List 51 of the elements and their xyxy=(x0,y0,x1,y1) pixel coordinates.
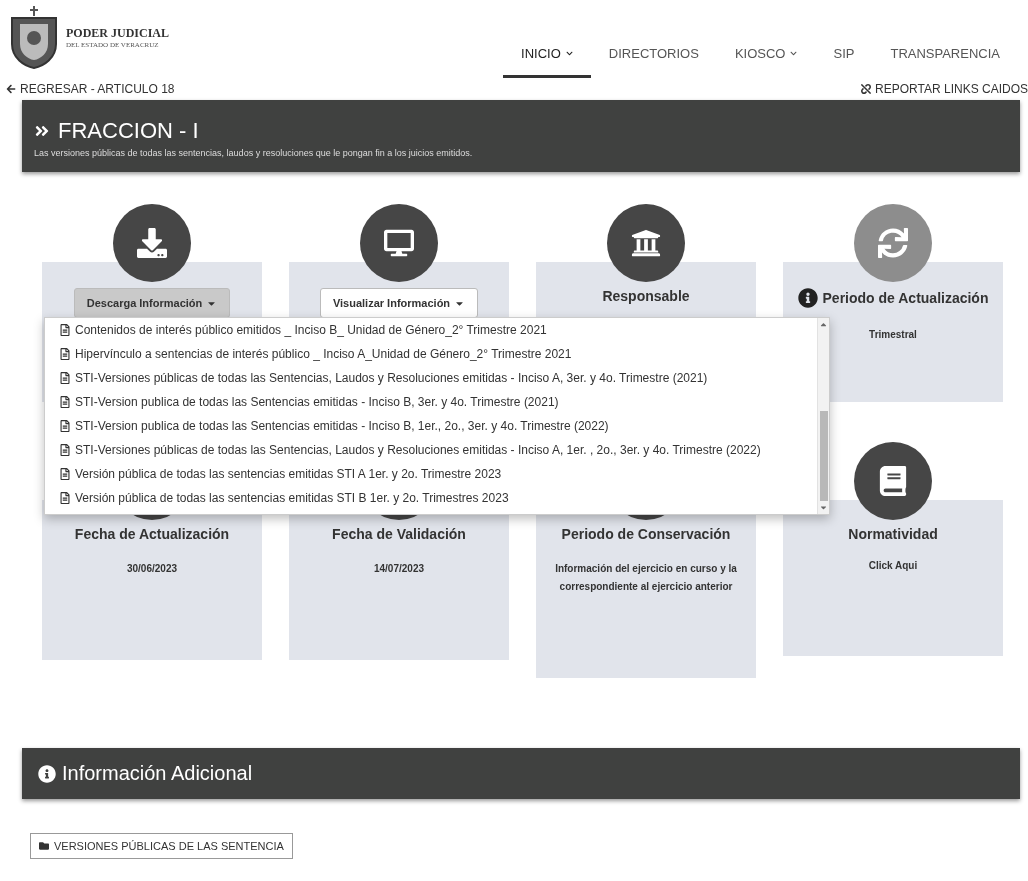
menu-item[interactable]: STI-Version publica de todas las Sentencias emitidas - Inciso B, 1er., 2o., 3er. y 4o. Trimestre (2022) xyxy=(59,414,817,438)
info-icon xyxy=(38,764,56,783)
menu-item[interactable]: Versión pública de todas las sentencias emitidas STI A 1er. y 2o. Trimestre 2023 xyxy=(59,462,817,486)
section-title: Información Adicional xyxy=(62,762,253,785)
folder-icon xyxy=(39,841,49,851)
scroll-up-icon[interactable] xyxy=(819,320,828,329)
card-value: Trimestral xyxy=(869,328,917,342)
chevron-down-icon xyxy=(790,50,798,57)
file-icon xyxy=(59,396,71,408)
card-title: Fecha de Actualización xyxy=(74,526,230,542)
nav-tab[interactable]: INICIO xyxy=(503,38,591,78)
banner-description: Las versiones públicas de todas las sentencias, laudos y resoluciones que le pongan fin a los juicios emitidos. xyxy=(34,148,474,158)
file-icon xyxy=(59,444,71,456)
nav-tab[interactable]: SIP xyxy=(815,38,873,78)
menu-item[interactable]: Hipervínculo a sentencias de interés público _ Inciso A_Unidad de Género_2° Trimestre 2021 xyxy=(59,342,817,366)
card-title: Fecha de Validación xyxy=(332,526,466,542)
nav-tab[interactable]: TRANSPARENCIA xyxy=(872,38,1018,78)
card-title: Periodo de Conservación xyxy=(561,526,731,542)
file-icon xyxy=(59,492,71,504)
card-title: Responsable xyxy=(602,288,690,304)
menu-item[interactable]: STI-Version publica de todas las Sentencias emitidas - Inciso B, 3er. y 4o. Trimestre (2021) xyxy=(59,390,817,414)
broken-link-icon xyxy=(861,84,872,94)
menu-item[interactable]: Contenidos de interés público emitidos _ Inciso B_ Unidad de Género_2° Trimestre 2021 xyxy=(59,318,817,342)
dropdown-button[interactable]: Visualizar Información xyxy=(319,288,479,318)
back-link[interactable]: REGRESAR - ARTICULO 18 xyxy=(6,82,175,96)
nav-tab[interactable]: KIOSCO xyxy=(716,38,816,78)
file-icon xyxy=(59,468,71,480)
card-title: Normatividad xyxy=(848,526,938,542)
logo-title: PODER JUDICIAL xyxy=(66,25,169,41)
arrow-left-icon xyxy=(6,84,16,94)
folder-button[interactable]: VERSIONES PÚBLICAS DE LAS SENTENCIA xyxy=(30,833,293,859)
link[interactable]: Click Aqui xyxy=(868,560,918,571)
dropdown-button[interactable]: Descarga Información xyxy=(73,288,231,318)
menu-item[interactable]: Versión pública de todas las sentencias emitidas STI B 1er. y 2o. Trimestres 2023 xyxy=(59,486,817,510)
scroll-down-icon[interactable] xyxy=(819,503,828,512)
scrollbar[interactable] xyxy=(817,318,829,514)
menu-item[interactable]: STI-Versiones públicas de todas las Sentencias, Laudos y Resoluciones emitidas - Inciso A, 1er. , 2o., 3er. y 4o. Trimestre (2022) xyxy=(59,438,817,462)
card-value: 14/07/2023 xyxy=(373,562,425,576)
card-title: Periodo de Actualización xyxy=(822,290,989,306)
report-link[interactable]: REPORTAR LINKS CAIDOS xyxy=(861,82,1028,96)
file-icon xyxy=(59,348,71,360)
card-value: Información del ejercicio en curso y la correspondiente al ejercicio anterior xyxy=(554,562,738,594)
menu-item[interactable]: STI-Versiones públicas de todas las Sentencias, Laudos y Resoluciones emitidas - Inciso A, 3er. y 4o. Trimestre (2021) xyxy=(59,366,817,390)
file-icon xyxy=(59,324,71,336)
card-value: 30/06/2023 xyxy=(126,562,178,576)
double-chevron-icon xyxy=(34,123,50,139)
file-icon xyxy=(59,420,71,432)
file-icon xyxy=(59,372,71,384)
chevron-down-icon xyxy=(565,50,573,57)
nav-tab[interactable]: DIRECTORIOS xyxy=(590,38,717,78)
banner-title: FRACCION - I xyxy=(58,118,199,144)
